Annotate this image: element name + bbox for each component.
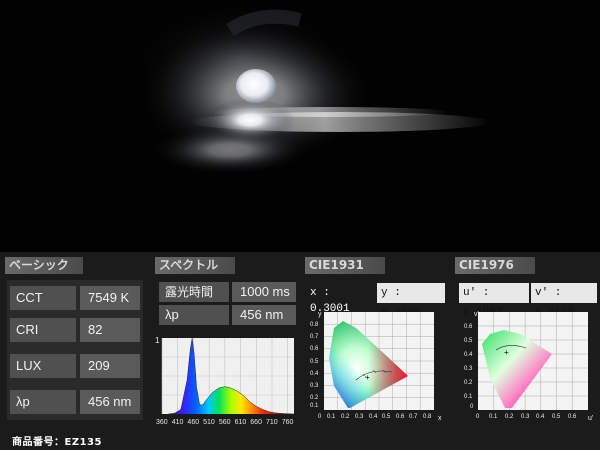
cie1976-u-tick: 0.4: [536, 414, 545, 420]
spectrum-x-tick: 660: [250, 419, 262, 426]
cie1976-v-tick: 0.2: [464, 380, 473, 386]
svg-text:+: +: [504, 348, 509, 357]
led-photo: [0, 0, 600, 252]
cie1976-u-tick: 0.1: [489, 414, 498, 420]
section-title-cie1976: CIE1976: [455, 257, 535, 274]
cie1976-v-tick: 0.1: [464, 394, 473, 400]
cie1931-x-tick: 0: [318, 414, 322, 420]
cie1931-y-tick: 0.1: [310, 403, 319, 409]
cie1931-x-tick: 0.7: [409, 414, 418, 420]
cie1976-u-tick: 0.3: [521, 414, 530, 420]
basic-label-cct: CCT: [10, 286, 76, 310]
cie1976-diagram: + v' u' 0.6 0.5 0.4 0.3 0.2 0.1 0 0 0.1 …: [464, 311, 593, 422]
cie1976-u-tick: 0: [476, 414, 480, 420]
spectrum-x-tick: 460: [187, 419, 199, 426]
cie1931-y-tick: 0.8: [310, 322, 319, 328]
cie1976-u-tick: 0.2: [505, 414, 514, 420]
basic-label-peak-wavelength: λp: [10, 390, 76, 414]
cie1931-x-tick: 0.5: [382, 414, 391, 420]
cie1931-diagram: + y x 0.8 0.7 0.6 0.5 0.4 0.3 0.2 0.1 0 …: [310, 311, 442, 422]
cie1931-x-tick: 0.4: [369, 414, 378, 420]
basic-value-cct: 7549 K: [80, 286, 140, 310]
cie1976-v-axis-label: v': [474, 311, 479, 318]
cie1976-v-tick: 0.3: [464, 366, 473, 372]
spectrum-x-tick: 610: [235, 419, 247, 426]
cie1976-u-tick: 0.6: [568, 414, 577, 420]
cie1931-x-axis-label: x: [438, 415, 442, 422]
cie1976-v-tick: 0.5: [464, 338, 473, 344]
cie1931-x-tick: 0.1: [327, 414, 336, 420]
cie1931-x-tick: 0.2: [341, 414, 350, 420]
cie1931-y-axis-label: y: [318, 311, 322, 318]
spectrum-peak-label: λp: [159, 305, 229, 325]
svg-text:+: +: [365, 373, 370, 382]
spectrum-chart: 1 360 410 460 510 560 610 660 710 760: [155, 336, 295, 426]
basic-value-cri: 82: [80, 318, 140, 342]
basic-value-peak-wavelength: 456 nm: [80, 390, 140, 414]
cie1976-u-axis-label: u': [588, 415, 593, 422]
basic-label-cri: CRI: [10, 318, 76, 342]
spectrum-x-ticks: 360 410 460 510 560 610 660 710 760: [156, 419, 294, 426]
cie1976-v-tick: 0.6: [464, 324, 473, 330]
cie1931-y-tick: 0.6: [310, 346, 319, 352]
cie1976-v-tick: 0: [470, 404, 474, 410]
section-title-spectrum: スペクトル: [155, 257, 235, 274]
cie1931-y-tick: 0.5: [310, 359, 319, 365]
spectrum-x-tick: 360: [156, 419, 168, 426]
cie1976-v-tick: 0.4: [464, 352, 473, 358]
cie1931-x-tick: 0.3: [355, 414, 364, 420]
exposure-time-label: 露光時間: [159, 282, 229, 302]
section-title-cie1931: CIE1931: [305, 257, 385, 274]
cie1931-y-tick: 0.2: [310, 395, 319, 401]
spectrum-y-tick: 1: [155, 336, 160, 345]
spectrum-x-tick: 760: [282, 419, 294, 426]
cie1931-x-value: x : 0.3001: [310, 287, 350, 315]
spectrum-x-tick: 560: [219, 419, 231, 426]
cie1976-u-value: u' : 0.1967: [459, 283, 529, 319]
cie1931-y-value: y : 0.3085: [377, 283, 445, 319]
spectrum-peak-value: 456 nm: [232, 305, 296, 325]
exposure-time-value: 1000 ms: [232, 282, 296, 302]
section-title-basic: ベーシック: [5, 257, 83, 274]
cie1931-x-tick: 0.8: [423, 414, 432, 420]
spectrum-x-tick: 510: [203, 419, 215, 426]
cie1931-y-tick: 0.3: [310, 383, 319, 389]
spectrum-x-tick: 410: [172, 419, 184, 426]
cie1976-v-value: v' : 0.4550: [531, 283, 597, 319]
cie1976-u-tick: 0.5: [552, 414, 561, 420]
spectrum-x-tick: 710: [266, 419, 278, 426]
basic-label-lux: LUX: [10, 354, 76, 378]
basic-value-lux: 209: [80, 354, 140, 378]
cie1931-x-tick: 0.6: [396, 414, 405, 420]
cie1931-y-tick: 0.7: [310, 334, 319, 340]
product-number: 商品番号：EZ135: [12, 437, 102, 448]
cie1931-y-tick: 0.4: [310, 371, 319, 377]
